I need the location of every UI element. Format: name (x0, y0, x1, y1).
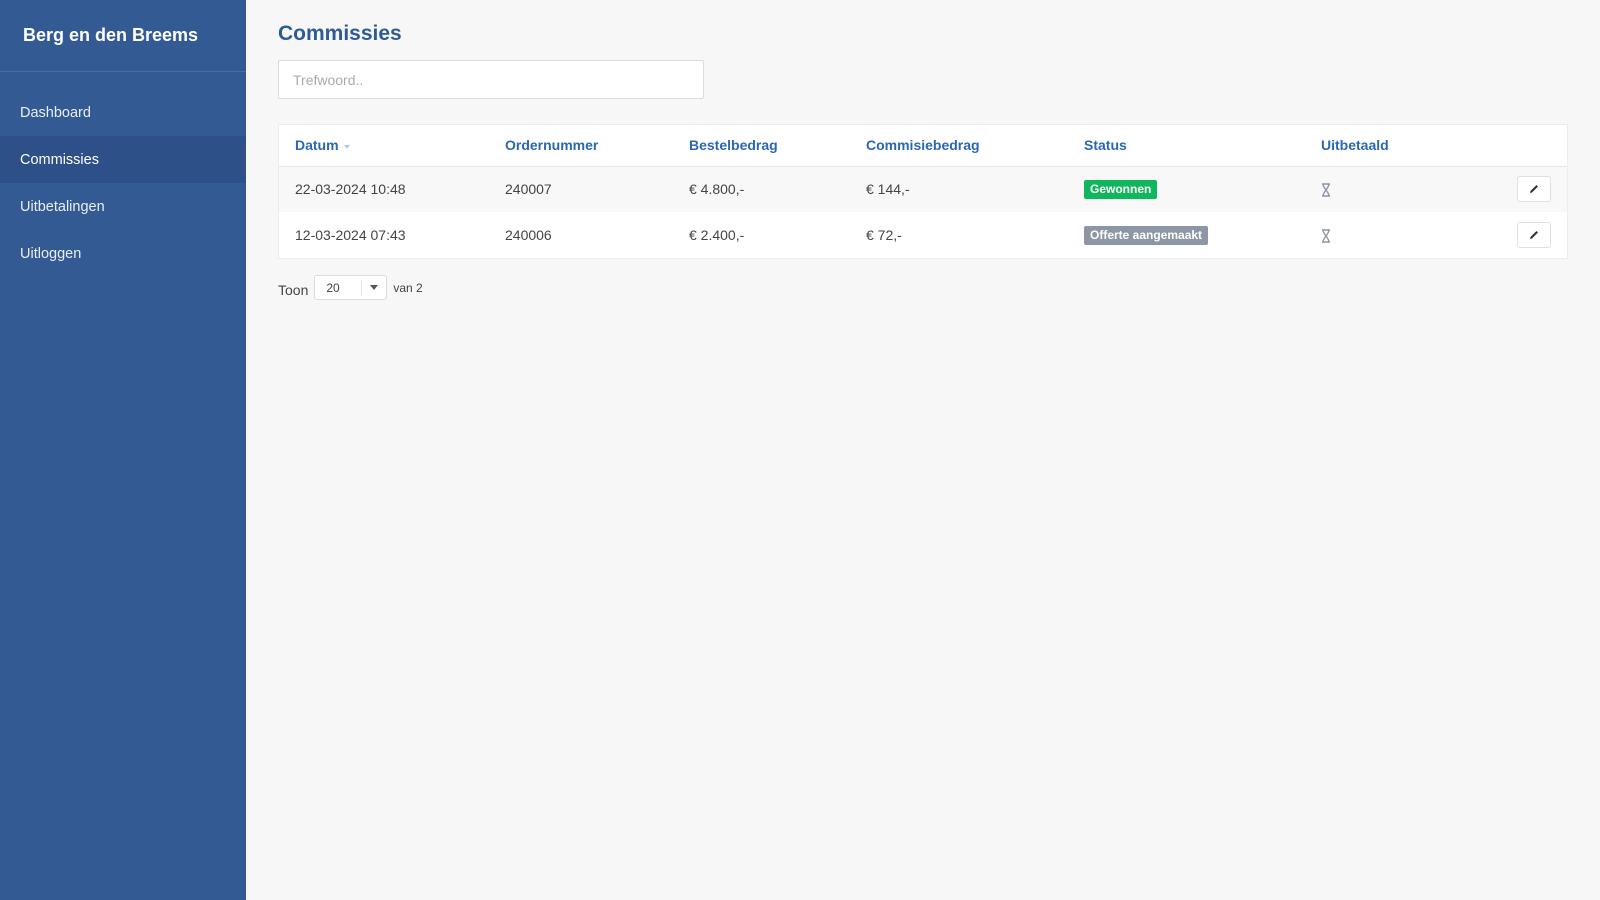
table-row: 22-03-2024 10:48 240007 € 4.800,- € 144,… (279, 166, 1567, 212)
column-header-bestelbedrag[interactable]: Bestelbedrag (689, 125, 866, 167)
brand-title: Berg en den Breems (0, 0, 246, 72)
cell-bestelbedrag: € 4.800,- (689, 181, 745, 198)
chevron-down-icon (362, 285, 386, 290)
cell-uitbetaald (1321, 166, 1507, 212)
cell-actions (1507, 166, 1567, 212)
sidebar-nav: Dashboard Commissies Uitbetalingen Uitlo… (0, 72, 246, 277)
cell-datum: 22-03-2024 10:48 (295, 181, 406, 198)
cell-status: Gewonnen (1084, 166, 1321, 212)
commissions-table: Datum Ordernummer Bestelbedrag Commisieb… (279, 125, 1567, 258)
column-header-datum-label: Datum (295, 137, 339, 154)
status-badge: Offerte aangemaakt (1084, 225, 1209, 245)
table-body: 22-03-2024 10:48 240007 € 4.800,- € 144,… (279, 166, 1567, 258)
cell-ordernummer: 240007 (505, 181, 552, 198)
per-page-select[interactable]: 20 (314, 275, 388, 300)
pencil-icon (1530, 231, 1538, 239)
cell-datum: 12-03-2024 07:43 (295, 227, 406, 243)
table-row: 12-03-2024 07:43 240006 € 2.400,- € 72,-… (279, 212, 1567, 258)
pager-total: van 2 (393, 280, 423, 295)
pager-label: Toon (278, 281, 309, 298)
cell-uitbetaald (1321, 212, 1507, 258)
cell-ordernummer: 240006 (505, 227, 552, 243)
column-header-datum[interactable]: Datum (279, 125, 505, 167)
pencil-icon (1530, 185, 1538, 194)
sidebar-item-commissies[interactable]: Commissies (0, 136, 246, 183)
sidebar: Berg en den Breems Dashboard Commissies … (0, 0, 246, 900)
cell-status: Offerte aangemaakt (1084, 212, 1321, 258)
sort-desc-icon (343, 144, 350, 149)
cell-bestelbedrag: € 2.400,- (689, 227, 745, 243)
column-header-status[interactable]: Status (1084, 125, 1321, 167)
column-header-uitbetaald[interactable]: Uitbetaald (1321, 125, 1507, 167)
cell-commissiebedrag: € 72,- (866, 227, 902, 243)
column-header-ordernummer[interactable]: Ordernummer (505, 125, 689, 167)
page-title: Commissies (278, 22, 402, 45)
column-header-actions (1507, 125, 1567, 167)
sidebar-item-dashboard[interactable]: Dashboard (0, 89, 246, 136)
per-page-value: 20 (326, 280, 340, 295)
table-header-row: Datum Ordernummer Bestelbedrag Commisieb… (279, 125, 1567, 167)
sidebar-item-uitbetalingen[interactable]: Uitbetalingen (0, 183, 246, 230)
cell-commissiebedrag: € 144,- (866, 181, 910, 198)
sidebar-item-uitloggen[interactable]: Uitloggen (0, 230, 246, 277)
hourglass-icon (1322, 183, 1330, 198)
hourglass-icon (1322, 229, 1330, 243)
column-header-commissiebedrag[interactable]: Commisiebedrag (866, 125, 1084, 167)
app: Berg en den Breems Dashboard Commissies … (0, 0, 1600, 900)
pagination: Toon 20 van 2 (278, 275, 1568, 300)
edit-button[interactable] (1517, 176, 1551, 203)
status-badge: Gewonnen (1084, 179, 1158, 199)
edit-button[interactable] (1517, 222, 1551, 248)
main-content: Commissies Datum Ordernummer Bestelbedra… (246, 0, 1600, 900)
commissions-table-card: Datum Ordernummer Bestelbedrag Commisieb… (278, 124, 1568, 259)
table-header: Datum Ordernummer Bestelbedrag Commisieb… (279, 125, 1567, 167)
search-input[interactable] (278, 60, 704, 99)
cell-actions (1507, 212, 1567, 258)
